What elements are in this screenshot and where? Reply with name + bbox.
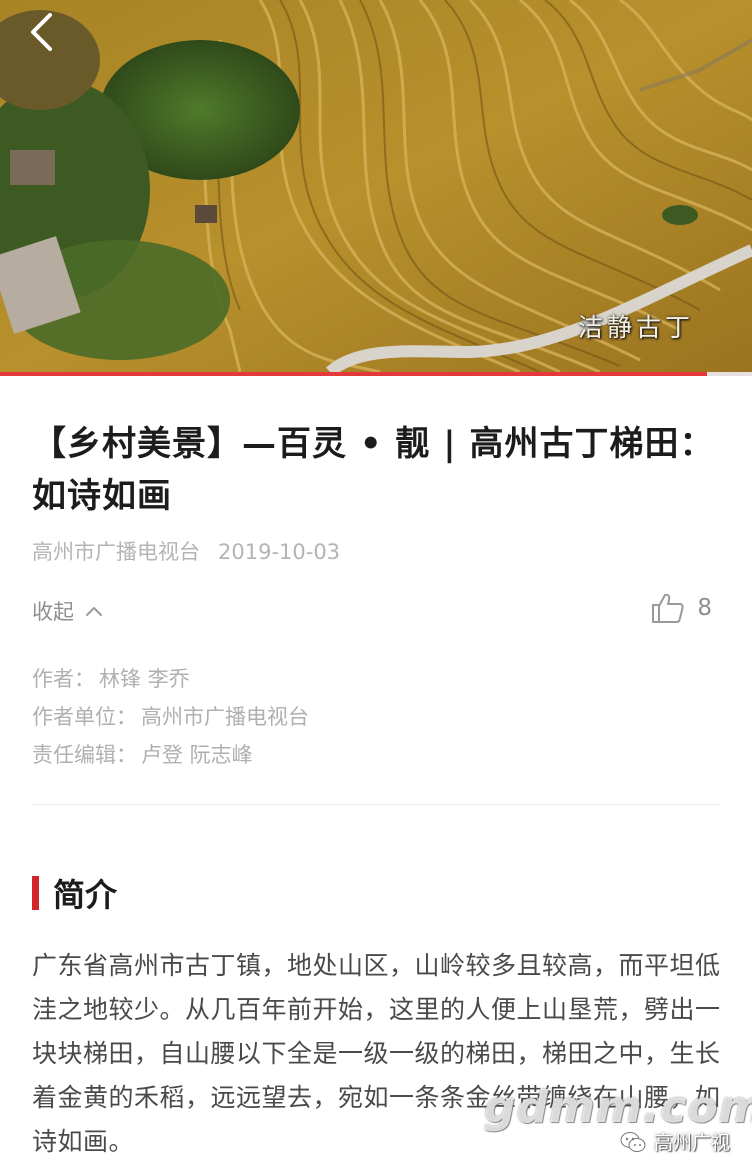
- chevron-left-icon: [31, 13, 52, 51]
- wechat-icon: [620, 1131, 646, 1152]
- collapse-label: 收起: [32, 600, 74, 624]
- divider: [32, 804, 720, 805]
- section-accent-bar: [32, 876, 39, 910]
- editor-value: 卢登 阮志峰: [141, 743, 253, 767]
- author-row: 作者： 林锋 李乔: [32, 660, 309, 698]
- thumbs-up-icon: [652, 593, 684, 623]
- author-value: 林锋 李乔: [99, 667, 190, 691]
- author-label: 作者：: [32, 667, 95, 691]
- article-date: 2019-10-03: [218, 540, 341, 564]
- editor-row: 责任编辑： 卢登 阮志峰: [32, 736, 309, 774]
- article-title: 【乡村美景】—百灵 • 靓 | 高州古丁梯田：如诗如画: [32, 424, 715, 516]
- account-name: 高州广视: [654, 1132, 731, 1154]
- editor-label: 责任编辑：: [32, 743, 137, 767]
- section-heading: 简介: [32, 870, 117, 916]
- video-progress-fill: [0, 372, 707, 376]
- collapse-toggle[interactable]: 收起: [32, 596, 104, 626]
- like-count: 8: [697, 595, 712, 621]
- author-unit-value: 高州市广播电视台: [141, 705, 309, 729]
- section-title: 简介: [53, 876, 118, 914]
- author-unit-row: 作者单位： 高州市广播电视台: [32, 698, 309, 736]
- account-watermark: 高州广视: [620, 1128, 730, 1155]
- author-unit-label: 作者单位：: [32, 705, 137, 729]
- article-credits: 作者： 林锋 李乔 作者单位： 高州市广播电视台 责任编辑： 卢登 阮志峰: [32, 660, 309, 774]
- article-meta: 高州市广播电视台 2019-10-03: [32, 536, 340, 566]
- back-button[interactable]: [28, 12, 68, 56]
- site-watermark: gdmm.com: [484, 1082, 752, 1133]
- like-button[interactable]: 8: [651, 592, 712, 624]
- chevron-up-icon: [86, 607, 102, 616]
- video-player[interactable]: 洁静古丁: [0, 0, 752, 372]
- video-progress-bar[interactable]: [0, 372, 752, 376]
- video-subtitle: 洁静古丁: [577, 313, 694, 342]
- article-source[interactable]: 高州市广播电视台: [32, 540, 200, 564]
